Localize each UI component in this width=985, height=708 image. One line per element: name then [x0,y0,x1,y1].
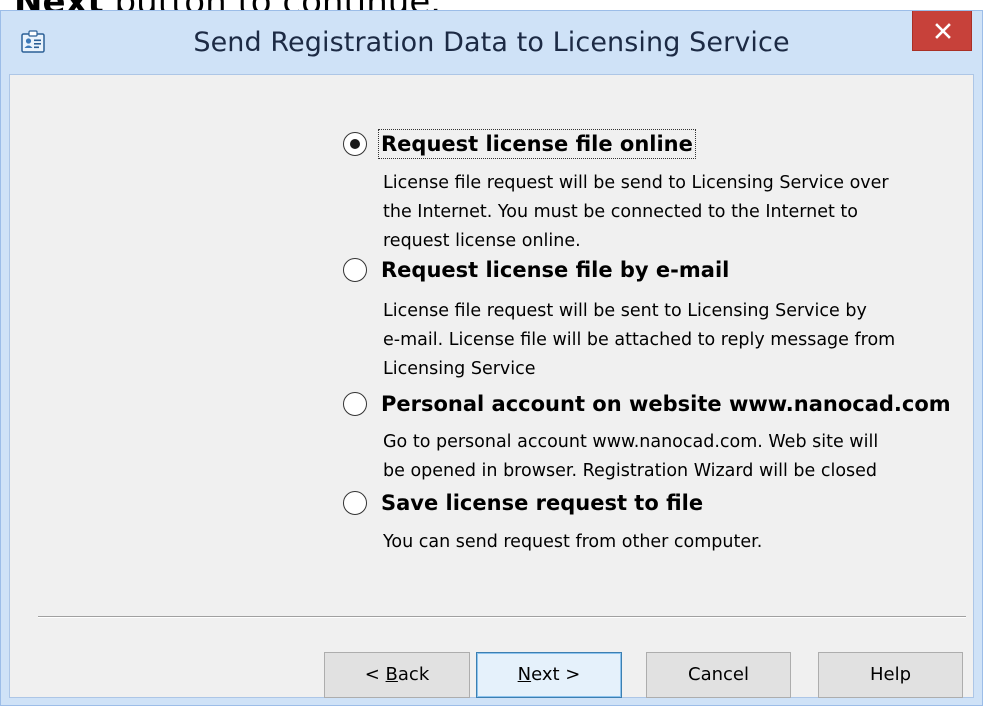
close-button[interactable] [912,11,972,51]
description-line: the Internet. You must be connected to t… [383,202,858,222]
back-button[interactable]: < Back [324,652,470,698]
option-description: You can send request from other computer… [383,528,963,557]
window-title: Send Registration Data to Licensing Serv… [193,27,790,58]
close-icon [935,23,951,39]
option-description: License file request will be sent to Lic… [383,297,963,384]
description-line: License file request will be sent to Lic… [383,301,867,321]
help-button[interactable]: Help [818,652,963,698]
next-button-accelerator: N [517,664,532,685]
option-description: Go to personal account www.nanocad.com. … [383,428,963,486]
back-button-accelerator: B [385,664,398,685]
description-line: request license online. [383,231,581,251]
radio-request-online[interactable] [343,132,367,156]
next-button[interactable]: Next > [476,652,622,698]
option-label[interactable]: Request license file by e-mail [379,256,731,284]
description-line: be opened in browser. Registration Wizar… [383,461,878,481]
description-line: Licensing Service [383,359,536,379]
radio-save-to-file[interactable] [343,491,367,515]
option-label[interactable]: Personal account on website www.nanocad.… [379,390,953,418]
option-label[interactable]: Save license request to file [379,489,705,517]
dialog-window: Send Registration Data to Licensing Serv… [0,10,983,706]
description-line: You can send request from other computer… [383,532,763,552]
option-label[interactable]: Request license file online [378,129,696,159]
radio-request-email[interactable] [343,258,367,282]
description-line: e-mail. License file will be attached to… [383,330,896,350]
title-bar[interactable]: Send Registration Data to Licensing Serv… [1,11,982,75]
option-description: License file request will be send to Lic… [383,169,963,256]
back-button-label: ack [397,664,430,685]
dialog-body: Request license file online License file… [9,74,974,698]
description-line: Go to personal account www.nanocad.com. … [383,432,879,452]
radio-selected-dot [349,138,360,149]
description-line: License file request will be send to Lic… [383,173,889,193]
back-button-prefix: < [364,664,386,685]
next-button-label: ext > [531,664,581,685]
radio-personal-account[interactable] [343,392,367,416]
separator-line [38,616,966,618]
cancel-button[interactable]: Cancel [646,652,791,698]
